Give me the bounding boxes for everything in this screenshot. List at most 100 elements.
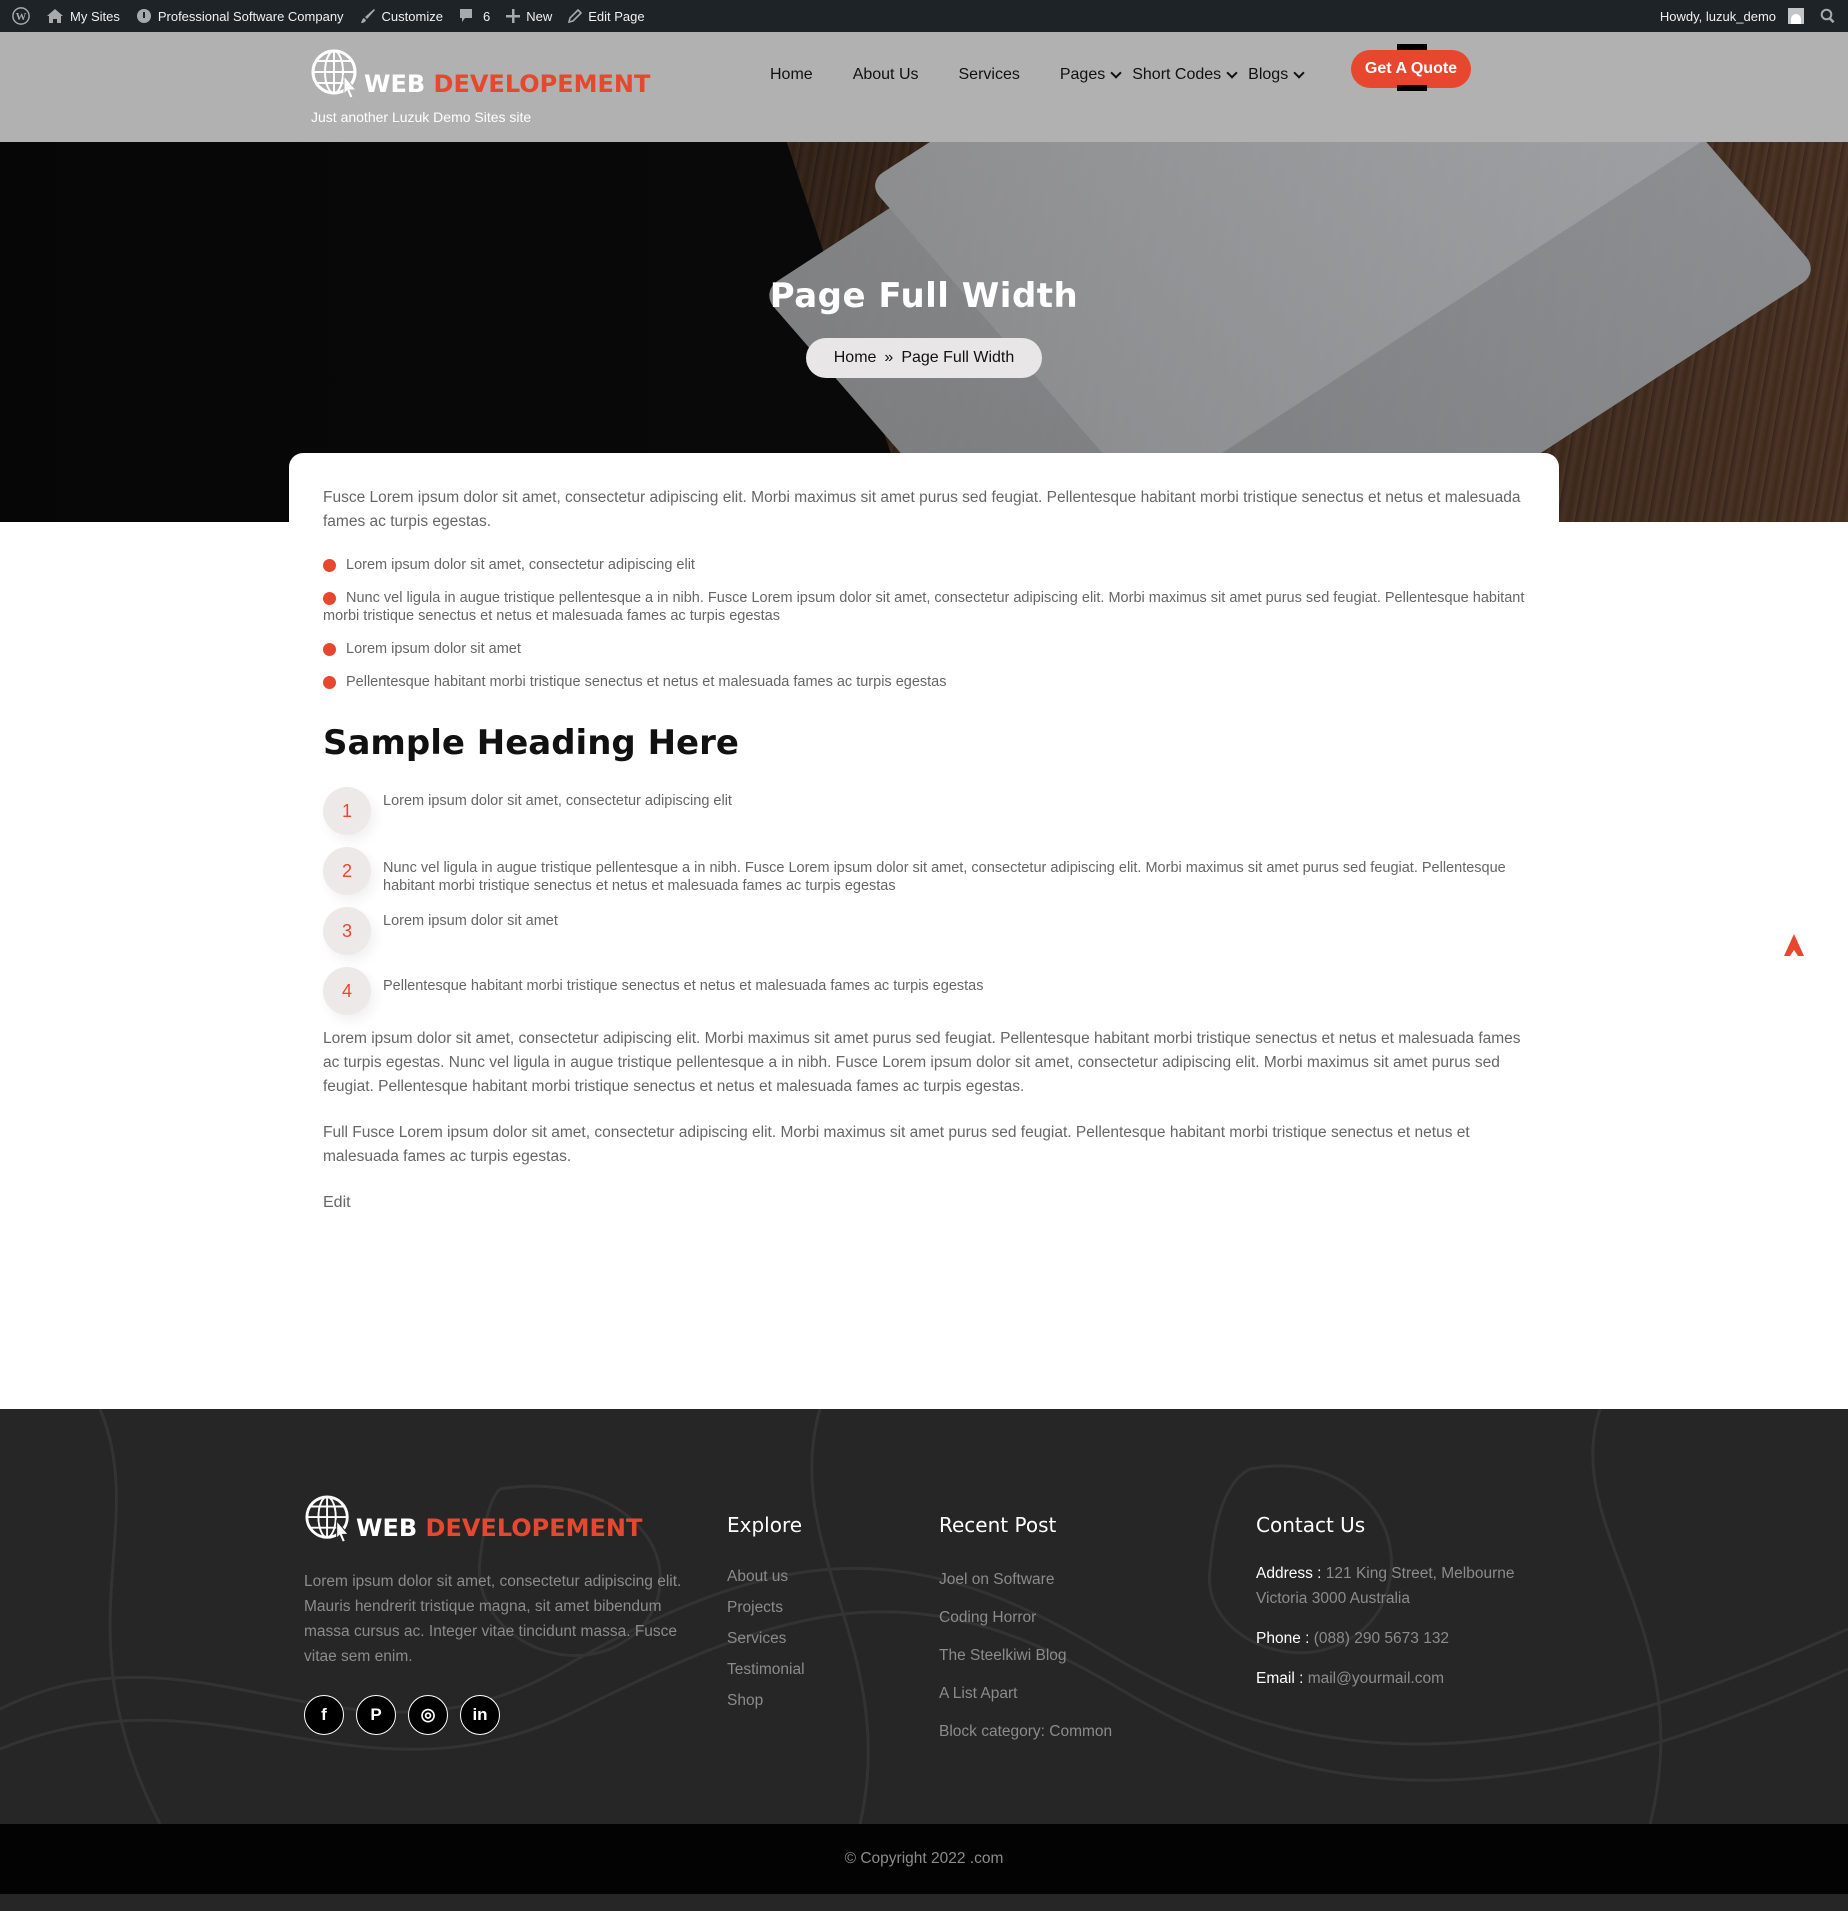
customize-label: Customize: [381, 8, 443, 24]
edit-page-label: Edit Page: [588, 8, 645, 24]
footer-heading: Recent Post: [939, 1513, 1057, 1537]
nav-blogs[interactable]: Blogs: [1248, 66, 1305, 84]
site-tagline: Just another Luzuk Demo Sites site: [311, 109, 532, 125]
new-content-menu[interactable]: New: [498, 0, 560, 32]
breadcrumb-current: Page Full Width: [901, 349, 1015, 366]
numbered-item: 4 Pellentesque habitant morbi tristique s…: [323, 967, 1533, 1015]
footer-heading: Contact Us: [1256, 1513, 1366, 1537]
page-title: Page Full Width: [769, 276, 1079, 316]
topographic-pattern: [0, 1409, 1848, 1824]
social-links: f P ◎ in: [304, 1695, 500, 1735]
footer-link-shop[interactable]: Shop: [727, 1685, 805, 1716]
nav-short-codes[interactable]: Short Codes: [1132, 66, 1238, 84]
chevron-down-icon: [1110, 67, 1122, 79]
footer-description: Lorem ipsum dolor sit amet, consectetur …: [304, 1573, 682, 1665]
footer-explore: Explore About us Projects Services Testi…: [727, 1513, 805, 1716]
main-nav: Home About Us Services Pages Short Codes…: [770, 55, 1315, 95]
list-item: Lorem ipsum dolor sit amet, consectetur …: [323, 556, 1533, 574]
site-logo[interactable]: WEB DEVELOPEMENT: [310, 48, 650, 100]
get-a-quote-button[interactable]: Get A Quote: [1351, 50, 1471, 88]
chevron-down-icon: [1226, 67, 1238, 79]
breadcrumb-separator-icon: »: [884, 349, 894, 366]
nav-services[interactable]: Services: [959, 66, 1020, 84]
focus-marker: [1397, 85, 1427, 91]
instagram-icon[interactable]: ◎: [408, 1695, 448, 1735]
body-paragraph: Lorem ipsum dolor sit amet, consectetur …: [323, 1030, 1521, 1095]
howdy-label: Howdy, luzuk_demo: [1659, 8, 1776, 24]
dashboard-icon: [136, 9, 151, 23]
bullet-icon: [323, 559, 336, 572]
edit-page-link[interactable]: Edit Page: [560, 0, 652, 32]
site-header: WEB DEVELOPEMENT Just another Luzuk Demo…: [0, 32, 1848, 142]
footer-recent-posts: Recent Post Joel on Software Coding Horr…: [939, 1513, 1112, 1751]
numbered-item: 3 Lorem ipsum dolor sit amet: [323, 907, 1533, 955]
globe-cursor-icon: [305, 1495, 350, 1543]
number-badge: 3: [323, 907, 371, 955]
breadcrumb: Home » Page Full Width: [806, 338, 1042, 378]
plus-icon: [506, 9, 521, 23]
bullet-icon: [323, 592, 336, 605]
admin-search-button[interactable]: [1812, 0, 1848, 32]
chevron-down-icon: [1293, 67, 1305, 79]
copyright-text: © Copyright 2022 .com: [844, 1850, 1004, 1867]
footer-bottom-strip: [0, 1894, 1848, 1911]
breadcrumb-home[interactable]: Home: [834, 349, 877, 367]
linkedin-icon[interactable]: in: [460, 1695, 500, 1735]
recent-post-link[interactable]: The Steelkiwi Blog: [939, 1637, 1112, 1675]
numbered-list: 1 Lorem ipsum dolor sit amet, consectetur…: [323, 787, 1533, 1015]
recent-post-link[interactable]: Block category: Common: [939, 1713, 1112, 1751]
nav-pages[interactable]: Pages: [1060, 66, 1122, 84]
number-badge: 1: [323, 787, 371, 835]
nav-home[interactable]: Home: [770, 66, 813, 84]
footer-link-services[interactable]: Services: [727, 1623, 805, 1654]
recent-post-link[interactable]: Joel on Software: [939, 1561, 1112, 1599]
footer-contact: Contact Us Address : 121 King Street, Me…: [1256, 1513, 1536, 1706]
logo-text: WEB DEVELOPEMENT: [364, 70, 651, 98]
search-icon: [1820, 8, 1835, 24]
footer-link-projects[interactable]: Projects: [727, 1592, 805, 1623]
paintbrush-icon: [360, 9, 375, 23]
contact-address: Address : 121 King Street, Melbourne Vic…: [1256, 1565, 1515, 1607]
number-badge: 4: [323, 967, 371, 1015]
bullet-icon: [323, 643, 336, 656]
numbered-item: 1 Lorem ipsum dolor sit amet, consectetur…: [323, 787, 1533, 835]
my-sites-menu[interactable]: My Sites: [38, 0, 128, 32]
site-footer: WEB DEVELOPEMENT Lorem ipsum dolor sit a…: [0, 1409, 1848, 1824]
my-sites-icon: [47, 9, 63, 23]
footer-link-testimonial[interactable]: Testimonial: [727, 1654, 805, 1685]
facebook-icon[interactable]: f: [304, 1695, 344, 1735]
edit-link[interactable]: Edit: [323, 1191, 1533, 1215]
admin-bar: W My Sites Professional Software Company…: [0, 0, 1848, 32]
number-badge: 2: [323, 847, 371, 895]
footer-link-about-us[interactable]: About us: [727, 1561, 805, 1592]
copyright-bar: © Copyright 2022 .com: [0, 1824, 1848, 1894]
recent-post-link[interactable]: A List Apart: [939, 1675, 1112, 1713]
wordpress-logo-button[interactable]: W: [0, 0, 38, 32]
customize-link[interactable]: Customize: [352, 0, 451, 32]
list-item: Lorem ipsum dolor sit amet: [323, 640, 1533, 658]
site-name-menu[interactable]: Professional Software Company: [128, 0, 352, 32]
new-label: New: [526, 8, 553, 24]
user-account-menu[interactable]: Howdy, luzuk_demo: [1652, 0, 1812, 32]
footer-logo-text: WEB DEVELOPEMENT: [356, 1514, 643, 1542]
comment-icon: [459, 9, 472, 22]
pencil-icon: [568, 9, 583, 23]
body-paragraph: Full Fusce Lorem ipsum dolor sit amet, c…: [323, 1124, 1470, 1165]
nav-about-us[interactable]: About Us: [853, 66, 919, 84]
my-sites-label: My Sites: [70, 8, 120, 24]
recent-post-link[interactable]: Coding Horror: [939, 1599, 1112, 1637]
comments-link[interactable]: 6: [451, 0, 498, 32]
list-item: Nunc vel ligula in augue tristique pelle…: [323, 590, 1525, 624]
wordpress-icon: W: [12, 7, 30, 25]
pinterest-icon[interactable]: P: [356, 1695, 396, 1735]
avatar: [1788, 8, 1804, 24]
globe-cursor-icon: [311, 49, 358, 99]
bullet-icon: [323, 676, 336, 689]
site-name-label: Professional Software Company: [157, 8, 344, 24]
scroll-to-top-arrow-icon[interactable]: [1784, 934, 1804, 956]
contact-email: Email : mail@yourmail.com: [1256, 1670, 1445, 1687]
footer-logo[interactable]: WEB DEVELOPEMENT: [304, 1494, 642, 1544]
contact-phone: Phone : (088) 290 5673 132: [1256, 1630, 1450, 1647]
footer-heading: Explore: [727, 1513, 803, 1537]
svg-text:W: W: [16, 11, 27, 23]
